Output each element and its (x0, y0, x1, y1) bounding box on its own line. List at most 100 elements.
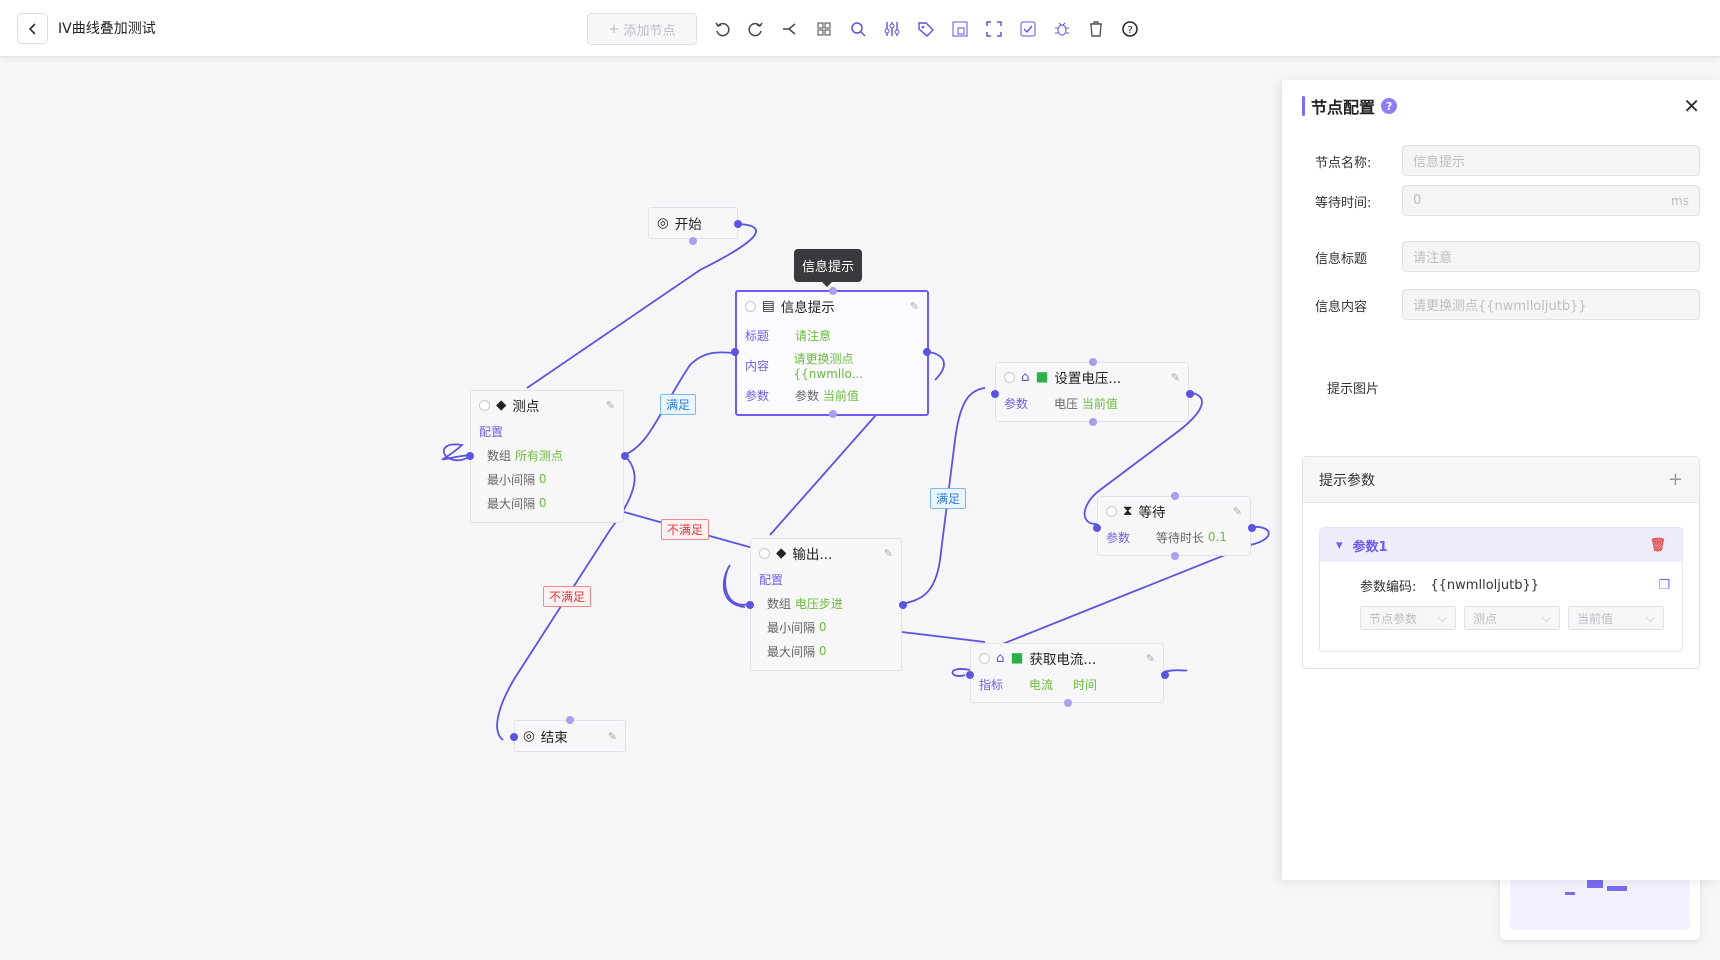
output-handle[interactable] (621, 452, 629, 460)
param-card: ▾ 参数1 🗑 参数编码: {{nwmlloljutb}} ❐ 节点参数 ⌵ 测点… (1319, 527, 1683, 652)
message-icon: ▤ (762, 298, 775, 314)
node-config-panel: 节点配置 ? ✕ 节点名称: 信息提示 等待时间: 0 ms 信息标题 请注意 信… (1281, 80, 1720, 880)
output-handle[interactable] (923, 348, 931, 356)
node-set-voltage[interactable]: ⌂ ■ 设置电压... ✎ 参数 电压 当前值 (991, 358, 1194, 426)
input-handle[interactable] (466, 452, 474, 460)
svg-text:?: ? (1127, 25, 1132, 36)
node-wait[interactable]: ⧗ 等待 ✎ 参数 等待时长 0.1 (1093, 492, 1256, 560)
start-icon: ◎ (657, 215, 669, 231)
field-label: 节点名称: (1315, 156, 1372, 171)
output-handle[interactable] (899, 601, 907, 609)
panel-title: 节点配置 ? (1302, 94, 1398, 118)
node-get-current[interactable]: ⌂ ■ 获取电流... ✎ 指标 电流 时间 (966, 643, 1169, 707)
debug-icon[interactable] (1045, 13, 1079, 45)
param-name: 参数1 (1352, 539, 1388, 555)
field-label: 等待时间: (1315, 196, 1372, 211)
node-points[interactable]: ◆ 测点 ✎ 配置 数组 所有测点 最小间隔 0 最大间隔 0 (466, 390, 629, 523)
edge-label-unsatisfied[interactable]: 不满足 (543, 586, 592, 607)
field-label: 信息标题 (1315, 252, 1368, 267)
node-radio[interactable] (979, 652, 990, 664)
pin-icon[interactable]: ✎ (608, 730, 617, 743)
pin-icon[interactable]: ✎ (1146, 652, 1155, 665)
help-icon[interactable]: ? (1381, 98, 1398, 114)
pin-icon[interactable]: ✎ (884, 547, 893, 560)
output-handle[interactable] (1161, 671, 1169, 679)
bottom-handle[interactable] (689, 237, 697, 245)
panel-icon[interactable] (943, 13, 977, 45)
grid-layout-icon[interactable] (807, 13, 841, 45)
sliders-icon[interactable] (875, 13, 909, 45)
input-handle[interactable] (991, 390, 999, 398)
top-handle[interactable] (1171, 492, 1179, 500)
node-tooltip: 信息提示 (794, 249, 863, 287)
bottom-handle[interactable] (1064, 699, 1072, 707)
checkbox-icon[interactable] (1011, 13, 1045, 45)
help-icon[interactable]: ? (1113, 13, 1147, 45)
undo-icon[interactable] (705, 13, 739, 45)
add-param-button[interactable]: + (1668, 469, 1683, 490)
branch-icon[interactable] (773, 13, 807, 45)
top-handle[interactable] (829, 287, 837, 295)
output-handle[interactable] (1248, 524, 1256, 532)
params-title: 提示参数 (1319, 472, 1375, 489)
instrument-icon: ⌂ (1021, 369, 1030, 385)
bottom-handle[interactable] (1171, 552, 1179, 560)
node-info[interactable]: ▤ 信息提示 ✎ 标题 请注意 内容 请更换测点{{nwmllo... 参数 参数 当… (731, 287, 931, 418)
output-handle[interactable] (1186, 390, 1194, 398)
input-handle[interactable] (510, 733, 518, 741)
bottom-handle[interactable] (829, 410, 837, 418)
pin-icon[interactable]: ✎ (910, 300, 919, 313)
caret-down-icon[interactable]: ▾ (1336, 538, 1343, 553)
node-radio[interactable] (745, 300, 756, 312)
delete-icon[interactable] (1079, 13, 1113, 45)
wait-time-input[interactable]: 0 ms (1402, 185, 1700, 216)
copy-icon[interactable]: ❐ (1658, 578, 1670, 593)
add-node-button[interactable]: + 添加节点 (587, 13, 697, 45)
input-handle[interactable] (966, 671, 974, 679)
bottom-handle[interactable] (1089, 418, 1097, 426)
edge-label-unsatisfied[interactable]: 不满足 (661, 519, 710, 540)
node-radio[interactable] (479, 399, 490, 411)
tag-icon[interactable] (909, 13, 943, 45)
field-label: 信息内容 (1315, 300, 1368, 315)
edge-label-satisfied[interactable]: 满足 (660, 394, 697, 415)
input-handle[interactable] (746, 601, 754, 609)
param-target-select[interactable]: 测点 ⌵ (1464, 606, 1560, 630)
tag-icon: ◆ (776, 545, 787, 561)
message-title-input[interactable]: 请注意 (1402, 241, 1700, 272)
edge-start-to-points (526, 223, 758, 389)
message-content-input[interactable]: 请更换测点{{nwmlloljutb}} (1402, 289, 1700, 320)
pin-icon[interactable]: ✎ (606, 399, 615, 412)
delete-param-icon[interactable]: 🗑 (1649, 538, 1666, 553)
close-icon[interactable]: ✕ (1683, 94, 1700, 118)
chevron-down-icon: ⌵ (1645, 610, 1655, 625)
node-radio[interactable] (1106, 505, 1117, 517)
node-output[interactable]: ◆ 输出... ✎ 配置 数组 电压步进 最小间隔 0 最大间隔 0 (746, 538, 907, 671)
node-start[interactable]: ◎ 开始 (648, 207, 742, 245)
node-name-input[interactable]: 信息提示 (1402, 145, 1700, 176)
node-radio[interactable] (759, 547, 770, 559)
param-code-label: 参数编码: (1360, 580, 1417, 595)
end-icon: ◎ (523, 728, 535, 744)
chevron-down-icon: ⌵ (1437, 610, 1447, 625)
param-source-select[interactable]: 节点参数 ⌵ (1360, 606, 1456, 630)
search-icon[interactable] (841, 13, 875, 45)
redo-icon[interactable] (739, 13, 773, 45)
fullscreen-icon[interactable] (977, 13, 1011, 45)
input-handle[interactable] (1093, 524, 1101, 532)
top-handle[interactable] (1089, 358, 1097, 366)
node-radio[interactable] (1004, 371, 1015, 383)
top-handle[interactable] (566, 716, 574, 724)
pin-icon[interactable]: ✎ (1171, 371, 1180, 384)
tag-icon: ◆ (496, 397, 507, 413)
output-handle[interactable] (734, 220, 742, 228)
param-value-select[interactable]: 当前值 ⌵ (1568, 606, 1664, 630)
image-label: 提示图片 (1327, 382, 1380, 397)
back-button[interactable] (17, 13, 48, 44)
input-handle[interactable] (731, 348, 739, 356)
shield-icon: ■ (1010, 650, 1024, 666)
pin-icon[interactable]: ✎ (1233, 505, 1242, 518)
node-end[interactable]: ◎ 结束 ✎ (510, 716, 626, 752)
edge-label-satisfied[interactable]: 满足 (930, 488, 967, 509)
instrument-icon: ⌂ (996, 650, 1005, 666)
